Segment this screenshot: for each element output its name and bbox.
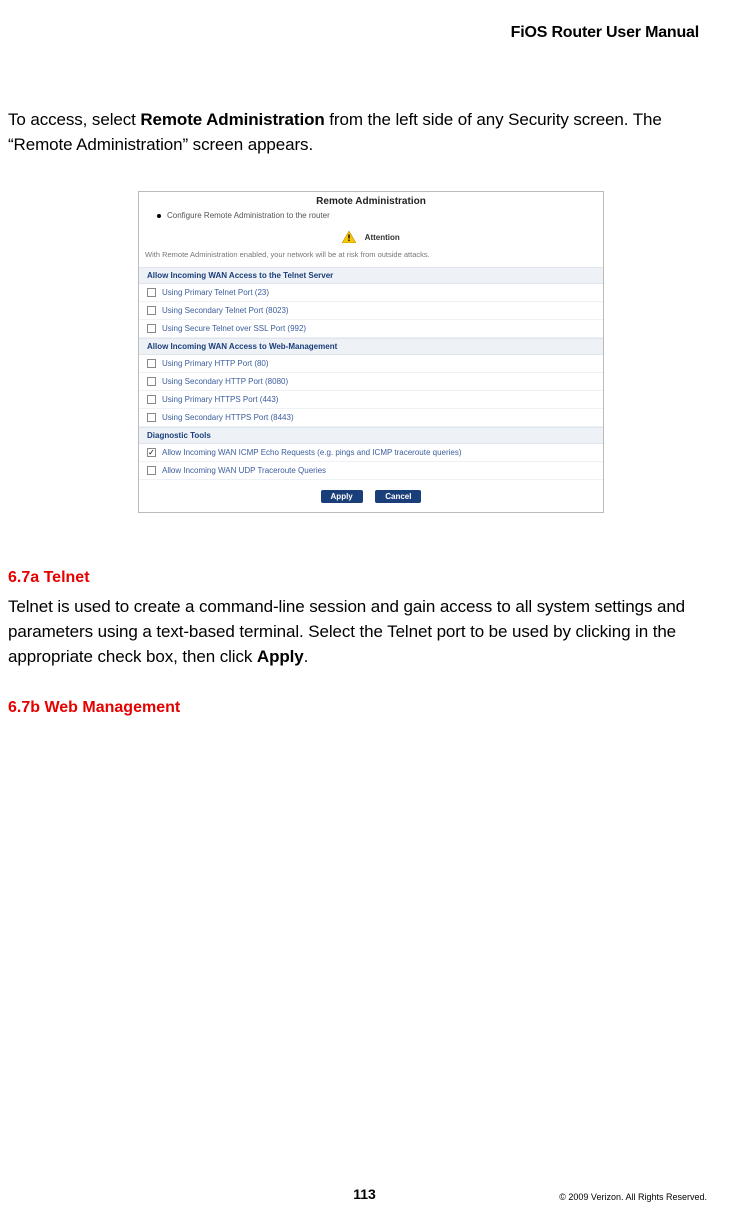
copyright: © 2009 Verizon. All Rights Reserved.	[559, 1192, 707, 1202]
checkbox-row[interactable]: Allow Incoming WAN UDP Traceroute Querie…	[139, 462, 603, 480]
checkbox-icon[interactable]	[147, 377, 156, 386]
checkbox-icon[interactable]	[147, 413, 156, 422]
apply-button[interactable]: Apply	[321, 490, 363, 503]
checkbox-row[interactable]: Using Primary HTTP Port (80)	[139, 355, 603, 373]
intro-paragraph: To access, select Remote Administration …	[8, 108, 699, 157]
warning-icon	[342, 230, 356, 248]
intro-bold: Remote Administration	[140, 110, 324, 129]
screenshot-subtitle: Configure Remote Administration to the r…	[139, 209, 603, 226]
checkbox-icon[interactable]	[147, 466, 156, 475]
heading-67a: 6.7a Telnet	[8, 569, 699, 587]
checkbox-row[interactable]: Using Secure Telnet over SSL Port (992)	[139, 320, 603, 338]
checkbox-icon[interactable]: ✓	[147, 448, 156, 457]
section-header-telnet: Allow Incoming WAN Access to the Telnet …	[139, 267, 603, 284]
checkbox-icon[interactable]	[147, 306, 156, 315]
checkbox-label: Allow Incoming WAN ICMP Echo Requests (e…	[162, 448, 462, 457]
checkbox-label: Using Primary Telnet Port (23)	[162, 288, 269, 297]
checkbox-icon[interactable]	[147, 324, 156, 333]
paragraph-67a: Telnet is used to create a command-line …	[8, 595, 699, 669]
p67a-pre: Telnet is used to create a command-line …	[8, 597, 685, 665]
attention-block: Attention	[139, 226, 603, 248]
checkbox-label: Using Secondary HTTP Port (8080)	[162, 377, 288, 386]
p67a-post: .	[304, 647, 309, 666]
intro-pre: To access, select	[8, 110, 140, 129]
screenshot-subtitle-text: Configure Remote Administration to the r…	[167, 211, 330, 220]
checkbox-row[interactable]: Using Secondary HTTP Port (8080)	[139, 373, 603, 391]
document-header: FiOS Router User Manual	[8, 24, 699, 42]
checkbox-row[interactable]: Using Primary Telnet Port (23)	[139, 284, 603, 302]
screenshot-panel: Remote Administration Configure Remote A…	[138, 191, 604, 513]
checkbox-row[interactable]: Using Secondary Telnet Port (8023)	[139, 302, 603, 320]
checkbox-icon[interactable]	[147, 395, 156, 404]
checkbox-label: Using Secondary Telnet Port (8023)	[162, 306, 289, 315]
cancel-button[interactable]: Cancel	[375, 490, 421, 503]
checkbox-icon[interactable]	[147, 288, 156, 297]
checkbox-row[interactable]: ✓ Allow Incoming WAN ICMP Echo Requests (…	[139, 444, 603, 462]
bullet-icon	[157, 214, 161, 218]
checkbox-label: Using Secondary HTTPS Port (8443)	[162, 413, 294, 422]
checkbox-label: Using Secure Telnet over SSL Port (992)	[162, 324, 306, 333]
section-header-diagnostic: Diagnostic Tools	[139, 427, 603, 444]
attention-text: With Remote Administration enabled, your…	[139, 248, 603, 267]
checkbox-label: Using Primary HTTP Port (80)	[162, 359, 269, 368]
checkbox-label: Allow Incoming WAN UDP Traceroute Querie…	[162, 466, 326, 475]
checkbox-icon[interactable]	[147, 359, 156, 368]
checkbox-row[interactable]: Using Primary HTTPS Port (443)	[139, 391, 603, 409]
attention-label: Attention	[365, 233, 400, 242]
checkbox-label: Using Primary HTTPS Port (443)	[162, 395, 278, 404]
checkbox-row[interactable]: Using Secondary HTTPS Port (8443)	[139, 409, 603, 427]
button-row: Apply Cancel	[139, 480, 603, 512]
p67a-bold: Apply	[257, 647, 304, 666]
section-header-web: Allow Incoming WAN Access to Web-Managem…	[139, 338, 603, 355]
screenshot-title: Remote Administration	[139, 192, 603, 209]
heading-67b: 6.7b Web Management	[8, 699, 699, 717]
page: FiOS Router User Manual To access, selec…	[0, 0, 729, 1226]
